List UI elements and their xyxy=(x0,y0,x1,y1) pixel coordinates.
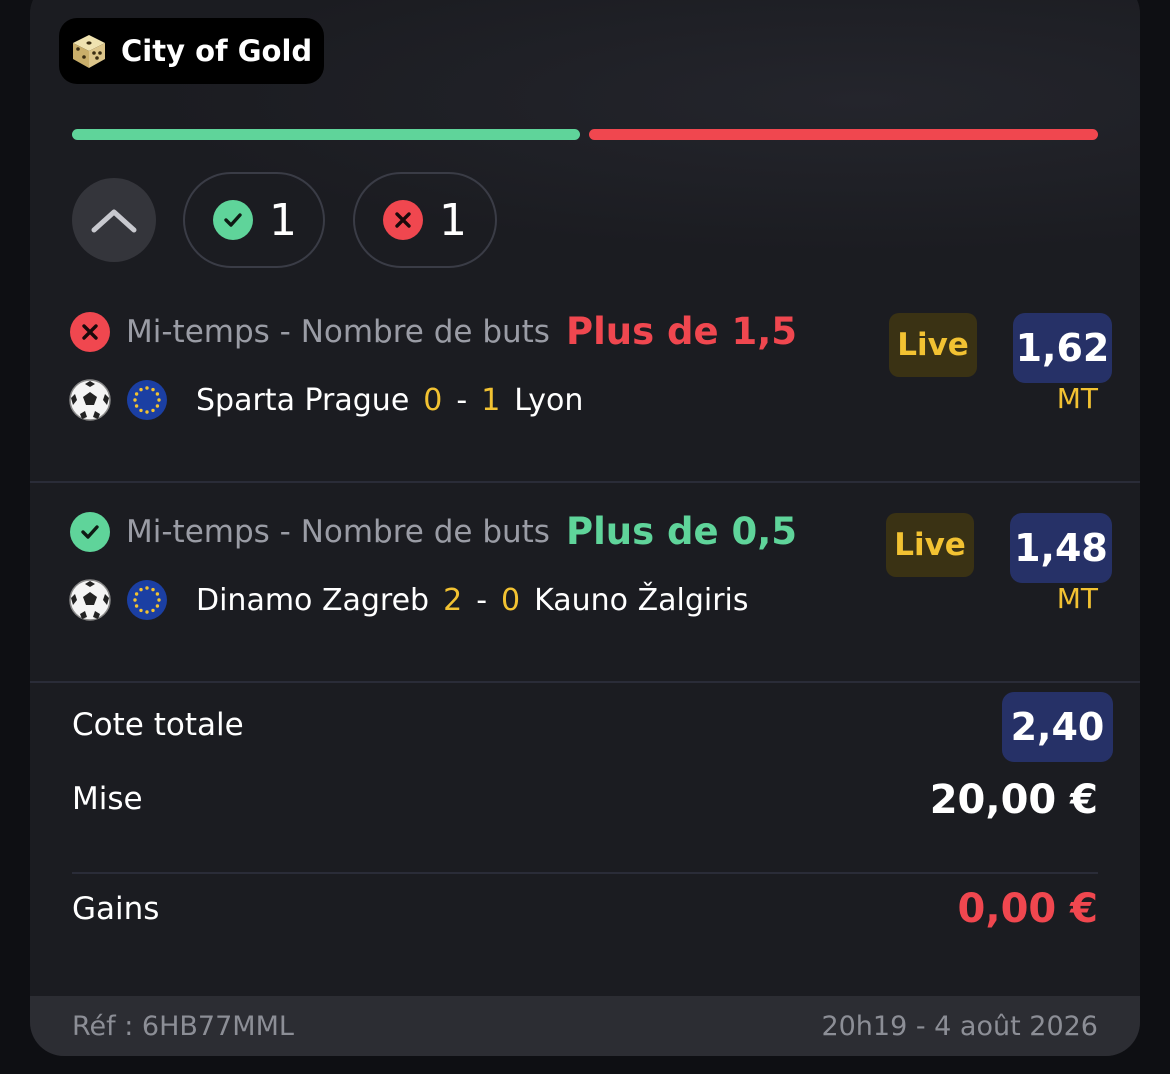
eu-flag-icon xyxy=(127,380,167,420)
home-team: Dinamo Zagreb xyxy=(196,582,430,618)
check-circle-icon xyxy=(213,200,253,240)
collapse-button[interactable] xyxy=(72,178,156,262)
selection-label: Plus de 1,5 xyxy=(565,310,798,353)
home-score: 0 xyxy=(423,382,443,418)
away-team: Kauno Žalgiris xyxy=(534,582,749,618)
lost-count-filter[interactable]: 1 xyxy=(353,172,497,268)
brand-name: City of Gold xyxy=(121,34,313,68)
bet-summary: Cote totale 2,40 Mise 20,00 € Gains 0,00… xyxy=(30,680,1140,980)
score-separator: - xyxy=(476,582,488,618)
live-badge: Live xyxy=(886,513,974,577)
cross-circle-icon xyxy=(70,311,110,352)
lost-count: 1 xyxy=(439,194,467,246)
gains-value: 0,00 € xyxy=(957,886,1098,932)
slip-footer: Réf : 6HB77MML 20h19 - 4 août 2026 xyxy=(30,996,1140,1056)
bet-market-row: Mi-temps - Nombre de buts Plus de 0,5 xyxy=(70,510,797,553)
away-team: Lyon xyxy=(514,382,584,418)
market-label: Mi-temps - Nombre de buts xyxy=(126,513,550,550)
odds-badge: 1,48 xyxy=(1010,513,1112,583)
won-count-filter[interactable]: 1 xyxy=(183,172,325,268)
eu-flag-icon xyxy=(127,580,167,620)
home-score: 2 xyxy=(443,582,463,618)
bet-datetime: 20h19 - 4 août 2026 xyxy=(821,1010,1098,1042)
selection-label: Plus de 0,5 xyxy=(565,510,798,553)
stake-label: Mise xyxy=(72,781,143,817)
won-count: 1 xyxy=(269,194,297,246)
bet-item[interactable]: Mi-temps - Nombre de buts Plus de 0,5 Li… xyxy=(30,480,1140,680)
score-separator: - xyxy=(456,382,468,418)
bet-slip-card: City of Gold 1 1 Mi-temps - Nombre de bu… xyxy=(30,0,1140,1056)
total-odds-label: Cote totale xyxy=(72,707,244,743)
bet-market-row: Mi-temps - Nombre de buts Plus de 1,5 xyxy=(70,310,797,353)
match-row: Dinamo Zagreb 2 - 0 Kauno Žalgiris xyxy=(68,578,749,622)
match-period: MT xyxy=(1056,382,1098,415)
bet-item[interactable]: Mi-temps - Nombre de buts Plus de 1,5 Li… xyxy=(30,280,1140,480)
progress-won-segment xyxy=(72,129,580,140)
match-row: Sparta Prague 0 - 1 Lyon xyxy=(68,378,583,422)
total-odds-badge: 2,40 xyxy=(1002,692,1113,762)
stake-value: 20,00 € xyxy=(929,777,1098,823)
brand-badge: City of Gold xyxy=(59,18,325,84)
soccer-ball-icon xyxy=(69,379,111,421)
progress-lost-segment xyxy=(589,129,1098,140)
live-badge: Live xyxy=(889,313,977,377)
check-circle-icon xyxy=(70,511,110,552)
match-period: MT xyxy=(1056,582,1098,615)
away-score: 0 xyxy=(501,582,521,618)
soccer-ball-icon xyxy=(69,579,111,621)
summary-divider xyxy=(72,872,1098,874)
cross-circle-icon xyxy=(383,200,423,240)
home-team: Sparta Prague xyxy=(196,382,410,418)
odds-badge: 1,62 xyxy=(1013,313,1112,383)
dice-icon xyxy=(73,35,105,68)
away-score: 1 xyxy=(481,382,501,418)
market-label: Mi-temps - Nombre de buts xyxy=(126,313,550,350)
bet-reference: Réf : 6HB77MML xyxy=(72,1010,294,1042)
gains-label: Gains xyxy=(72,891,160,927)
chevron-up-icon xyxy=(91,209,137,233)
